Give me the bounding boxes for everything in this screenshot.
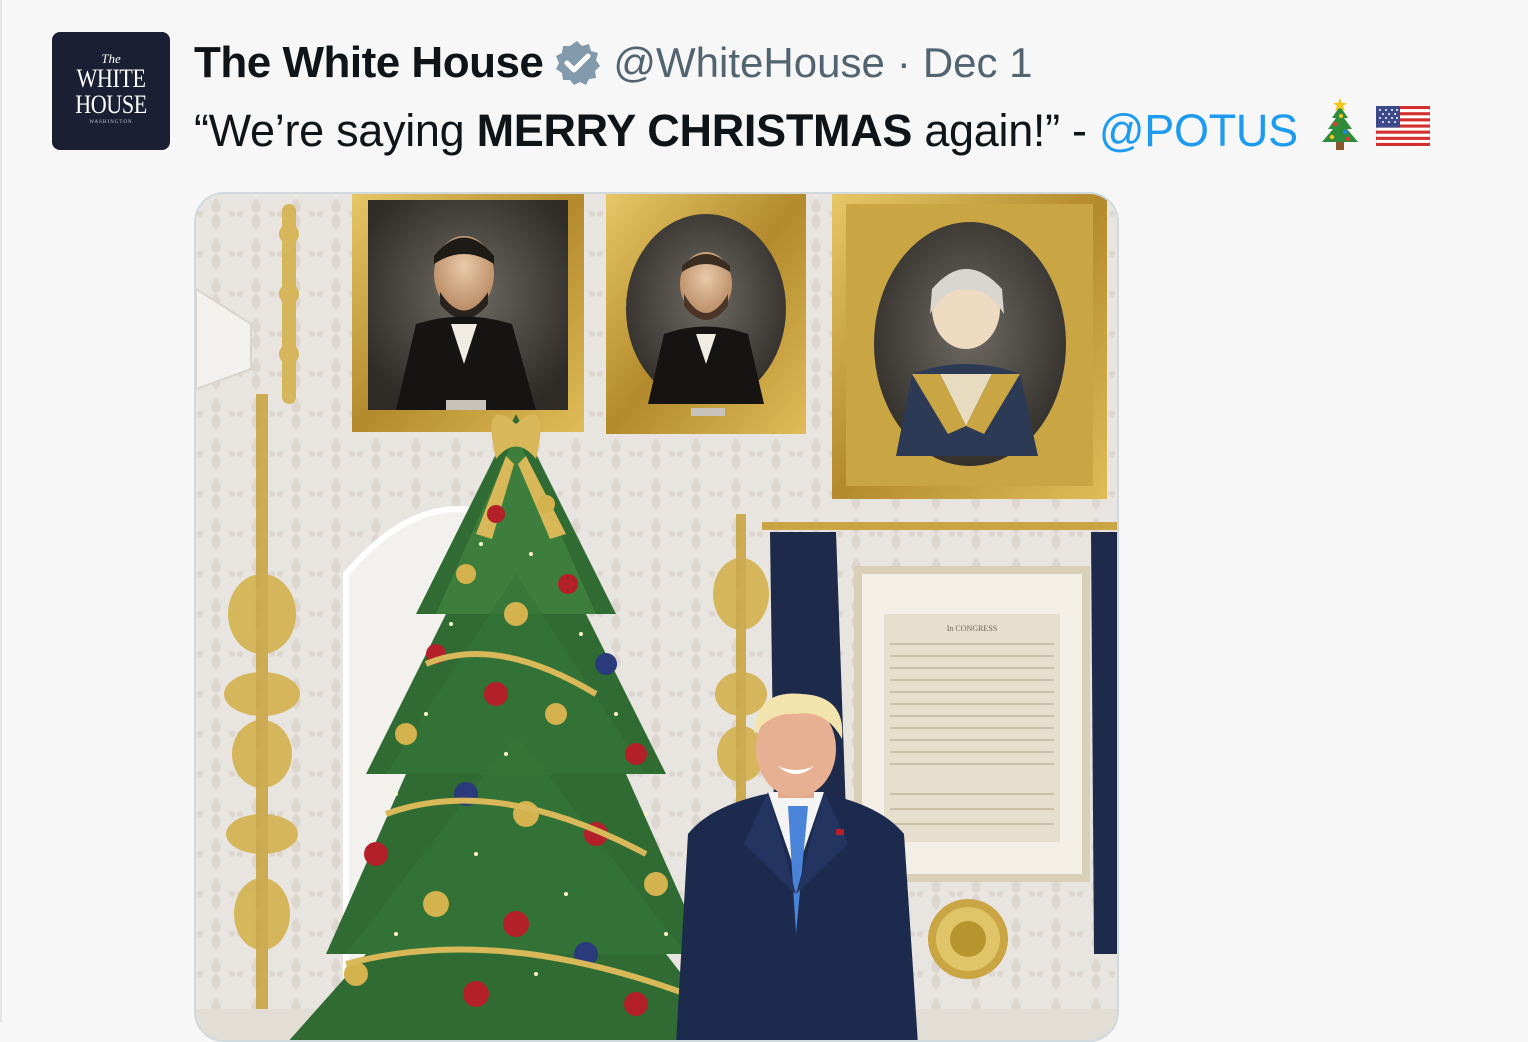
avatar-line-4: WASHINGTON [52, 118, 170, 128]
tweet-text: “We’re saying MERRY CHRISTMAS again!” - … [194, 98, 1430, 163]
tweet-card[interactable]: The WHITE HOUSE WASHINGTON The White Hou… [0, 0, 1528, 1022]
tweet-date[interactable]: Dec 1 [923, 39, 1033, 87]
presidential-seal [928, 899, 1008, 979]
tweet-photo[interactable]: In CONGRESS [194, 192, 1119, 1042]
us-flag-icon [1376, 105, 1430, 157]
tweet-header: The White House @WhiteHouse · Dec 1 [194, 36, 1033, 90]
verified-badge-icon [553, 39, 601, 87]
tweet-text-bold: MERRY CHRISTMAS [477, 105, 913, 157]
portrait-grant [606, 194, 806, 434]
display-name[interactable]: The White House [194, 38, 543, 88]
avatar[interactable]: The WHITE HOUSE WASHINGTON [52, 32, 170, 150]
document-heading: In CONGRESS [947, 624, 997, 633]
avatar-line-3: HOUSE [61, 92, 161, 118]
avatar-line-2: WHITE [61, 66, 161, 92]
separator-dot: · [897, 39, 911, 87]
christmas-tree-icon [1318, 98, 1362, 163]
portrait-lincoln [352, 194, 584, 432]
handle[interactable]: @WhiteHouse [613, 39, 884, 87]
portrait-washington [832, 194, 1107, 499]
curtain-right [1091, 532, 1117, 954]
tweet-text-start: “We’re saying [194, 105, 464, 157]
tweet-text-end: again!” - [924, 105, 1086, 157]
mention-link[interactable]: @POTUS [1099, 105, 1298, 157]
curtain-rod [762, 522, 1118, 530]
